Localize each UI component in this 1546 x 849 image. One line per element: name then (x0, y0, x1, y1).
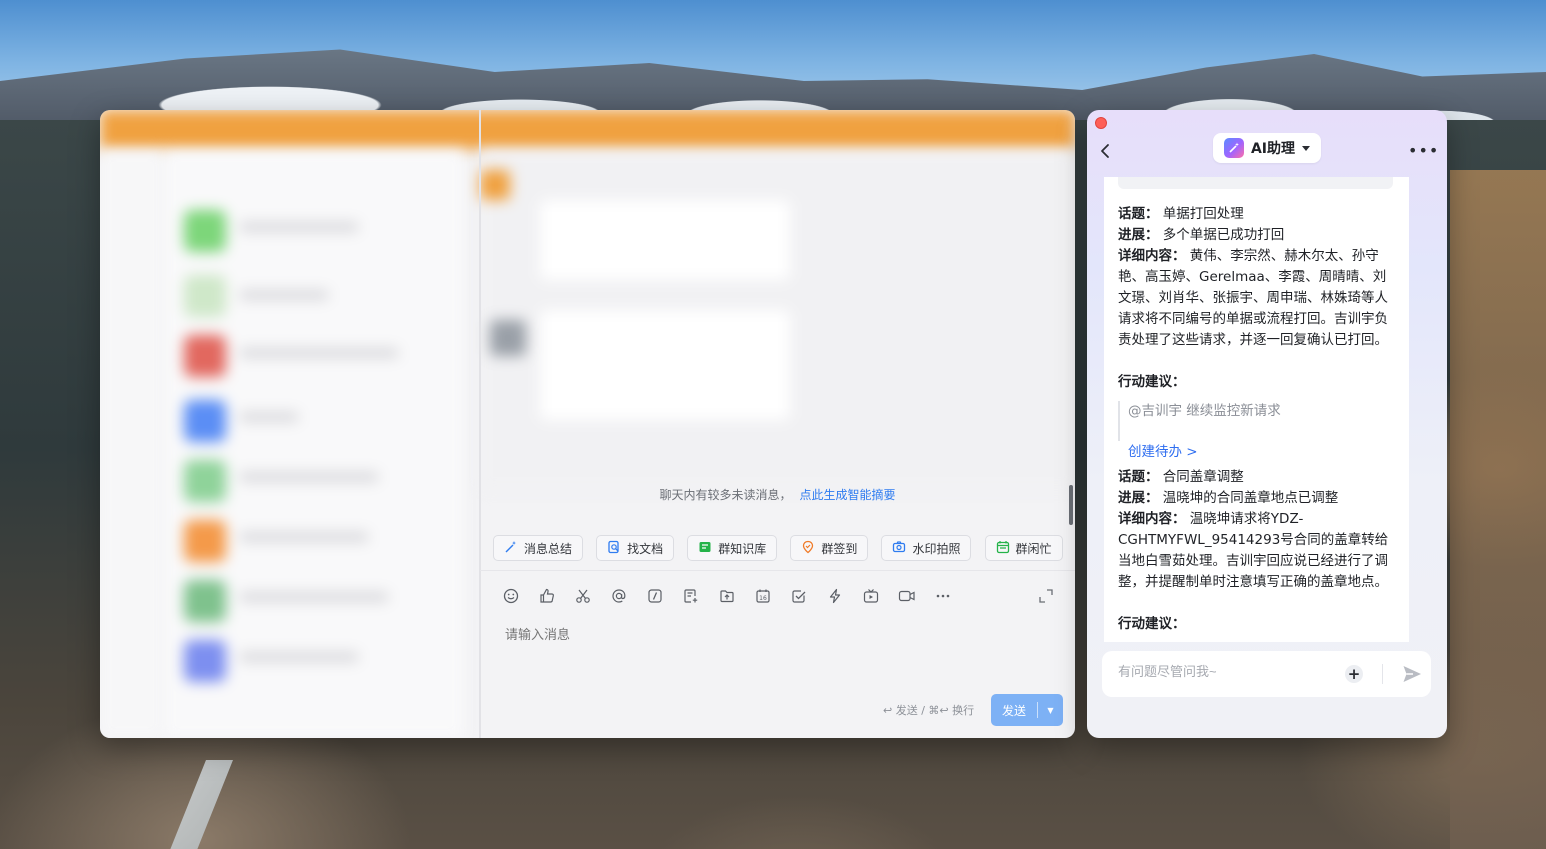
assistant-input[interactable] (1116, 663, 1330, 680)
lightning-icon[interactable] (824, 585, 846, 607)
ai-assistant-window: AI助理 ••• 话题： 单据打回处理 进展： 多个单据已成功打回 详细内容： … (1087, 110, 1447, 738)
assistant-selector[interactable]: AI助理 (1213, 133, 1321, 163)
send-button-label: 发送 (1001, 703, 1026, 718)
blurred-left-nav (100, 150, 164, 738)
progress-value: 多个单据已成功打回 (1162, 227, 1285, 243)
caret-down-icon (1302, 145, 1311, 151)
progress-row: 进展： 温晓坤的合同盖章地点已调整 (1118, 488, 1394, 509)
assistant-input-bar: + (1102, 651, 1431, 697)
thumbs-up-icon[interactable] (536, 585, 558, 607)
calendar-16-icon[interactable]: 16 (752, 585, 774, 607)
group-tools-row: 消息总结 找文档 群知识库 群签到 水印拍照 群闲忙 群 (493, 535, 1075, 561)
tool-label: 群知识库 (718, 541, 767, 556)
slash-command-icon[interactable] (644, 585, 666, 607)
blurred-conversation-list (164, 150, 464, 738)
topic-value: 合同盖章调整 (1162, 469, 1244, 485)
chat-window: 聊天内有较多未读消息， 点此生成智能摘要 消息总结 找文档 群知识库 群签到 水印… (100, 110, 1075, 738)
scissors-icon[interactable] (572, 585, 594, 607)
tool-group-busy[interactable]: 群闲忙 (984, 535, 1063, 561)
plus-icon[interactable]: + (1345, 665, 1363, 683)
chevron-down-icon[interactable]: ▼ (1038, 706, 1063, 715)
tool-message-summary[interactable]: 消息总结 (493, 535, 584, 561)
unread-notice: 聊天内有较多未读消息， 点此生成智能摘要 (480, 486, 1075, 503)
doc-add-icon[interactable] (680, 585, 702, 607)
send-icon[interactable] (1401, 663, 1423, 685)
tv-icon[interactable] (860, 585, 882, 607)
magic-wand-icon (504, 540, 518, 557)
camera-icon (892, 540, 906, 557)
topic-label: 话题： (1118, 206, 1159, 222)
wallpaper-ridge (1450, 170, 1546, 849)
tool-label: 群签到 (821, 541, 858, 556)
shortcut-hint: ↩ 发送 / ⌘↩ 换行 (883, 704, 975, 717)
window-close-button[interactable] (1095, 117, 1107, 129)
checkbox-icon[interactable] (788, 585, 810, 607)
summary-panel: 话题： 单据打回处理 进展： 多个单据已成功打回 详细内容： 黄伟、李宗然、赫木… (1104, 177, 1409, 642)
topic-row: 话题： 单据打回处理 (1118, 204, 1394, 225)
unread-notice-text: 聊天内有较多未读消息， (659, 488, 792, 502)
tool-watermark-camera[interactable]: 水印拍照 (881, 535, 972, 561)
detail-row: 详细内容： 黄伟、李宗然、赫木尔太、孙守艳、高玉婷、Gerelmaa、李霞、周晴… (1118, 246, 1394, 351)
tool-label: 水印拍照 (912, 541, 961, 556)
tool-knowledge-base[interactable]: 群知识库 (687, 535, 778, 561)
composer-toolbar: 16 (500, 585, 954, 607)
folder-upload-icon[interactable] (716, 585, 738, 607)
progress-label: 进展： (1118, 490, 1159, 506)
action-label: 行动建议： (1118, 616, 1186, 632)
emoji-icon[interactable] (500, 585, 522, 607)
svg-text:16: 16 (759, 595, 767, 602)
back-arrow-icon[interactable] (1097, 141, 1113, 161)
tool-label: 找文档 (627, 541, 664, 556)
more-options-icon[interactable]: ••• (1408, 143, 1439, 159)
topic-label: 话题： (1118, 469, 1159, 485)
at-mention-icon[interactable] (608, 585, 630, 607)
send-button[interactable]: 发送 ▼ (991, 694, 1063, 726)
composer-divider (480, 570, 1075, 571)
action-quote-text: @吉训宇 继续监控新请求 (1128, 403, 1281, 419)
pane-divider[interactable] (479, 110, 481, 738)
scrollbar[interactable] (1069, 485, 1073, 525)
calendar-icon (996, 540, 1010, 557)
progress-label: 进展： (1118, 227, 1159, 243)
detail-label: 详细内容： (1118, 511, 1186, 527)
tool-label: 消息总结 (524, 541, 573, 556)
topic-row: 话题： 合同盖章调整 (1118, 467, 1394, 488)
assistant-title: AI助理 (1250, 141, 1296, 157)
previous-card-edge (1118, 177, 1393, 189)
action-row: 行动建议： (1118, 372, 1394, 393)
detail-row: 详细内容： 温晓坤请求将YDZ-CGHTMYFWL_95414293号合同的盖章… (1118, 509, 1394, 593)
progress-value: 温晓坤的合同盖章地点已调整 (1162, 490, 1339, 506)
create-todo-link[interactable]: 创建待办 > (1128, 440, 1198, 460)
blurred-title-bar (100, 110, 1075, 150)
input-divider (1382, 664, 1383, 684)
more-icon[interactable] (932, 585, 954, 607)
message-input[interactable] (503, 626, 957, 643)
video-icon[interactable] (896, 585, 918, 607)
check-in-icon (801, 540, 815, 557)
tool-check-in[interactable]: 群签到 (790, 535, 869, 561)
expand-icon[interactable] (1037, 587, 1055, 605)
generate-summary-link[interactable]: 点此生成智能摘要 (800, 488, 896, 502)
tool-find-docs[interactable]: 找文档 (596, 535, 675, 561)
detail-label: 详细内容： (1118, 248, 1186, 264)
progress-row: 进展： 多个单据已成功打回 (1118, 225, 1394, 246)
action-row: 行动建议： (1118, 614, 1394, 635)
doc-search-icon (607, 540, 621, 557)
topic-value: 单据打回处理 (1162, 206, 1244, 222)
action-quote: @吉训宇 继续监控新请求 (1118, 401, 1394, 441)
knowledge-base-icon (698, 540, 712, 557)
tool-label: 群闲忙 (1015, 541, 1052, 556)
blurred-message-area (480, 150, 1075, 490)
action-label: 行动建议： (1118, 374, 1186, 390)
ai-assistant-logo-icon (1223, 138, 1244, 158)
